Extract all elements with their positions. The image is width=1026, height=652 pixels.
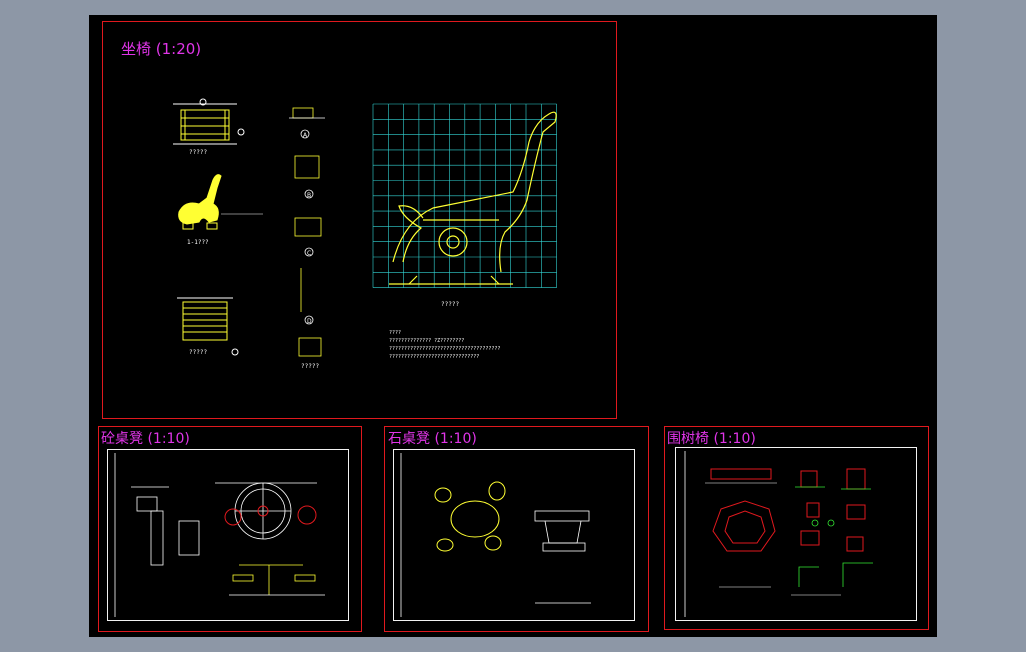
bench-front-elevation	[173, 98, 245, 145]
bench-side-elevation	[178, 174, 222, 230]
bench-front-label: ?????	[189, 149, 207, 156]
bench-grid-drawing	[372, 103, 557, 288]
notes-title: ????	[389, 330, 401, 336]
detail-b-label: B	[307, 192, 311, 199]
concrete-table-drawing	[114, 453, 325, 617]
tree-seat-drawing	[684, 451, 873, 617]
detail-a-label: A	[303, 132, 308, 139]
notes-line1: ?????????????? ?Z????????	[389, 338, 464, 344]
sheet-stone-table[interactable]: 石桌凳 (1:10)	[384, 426, 649, 632]
detail-e-label: ?????	[301, 363, 319, 370]
bench-plan-label: ?????	[189, 349, 207, 356]
bench-iron-profile	[389, 111, 557, 285]
grid-view-label: ?????	[441, 301, 459, 308]
bench-notes: ???? ?????????????? ?Z???????? ?????????…	[389, 330, 500, 360]
bench-drawing: ????? 1-1??? ????? A B C D ????? ????? ?…	[173, 98, 557, 370]
sheet-concrete-table[interactable]: 砼桌凳 (1:10)	[98, 426, 362, 632]
detail-c-label: C	[307, 250, 311, 257]
detail-d-label: D	[307, 318, 312, 325]
cad-drawing-canvas[interactable]: 坐椅 (1:20) ????? 1-1??? ????? A B C D ???…	[89, 15, 937, 637]
sheet-bench[interactable]: 坐椅 (1:20) ????? 1-1??? ????? A B C D ???…	[102, 21, 617, 419]
notes-line2: ?????????????????????????????????????	[389, 346, 500, 352]
bench-plan	[177, 297, 239, 356]
stone-table-drawing	[400, 453, 591, 617]
bench-side-label: 1-1???	[187, 239, 209, 246]
sheet-tree-seat[interactable]: 围树椅 (1:10)	[664, 426, 929, 630]
notes-line3: ??????????????????????????????	[389, 354, 479, 360]
